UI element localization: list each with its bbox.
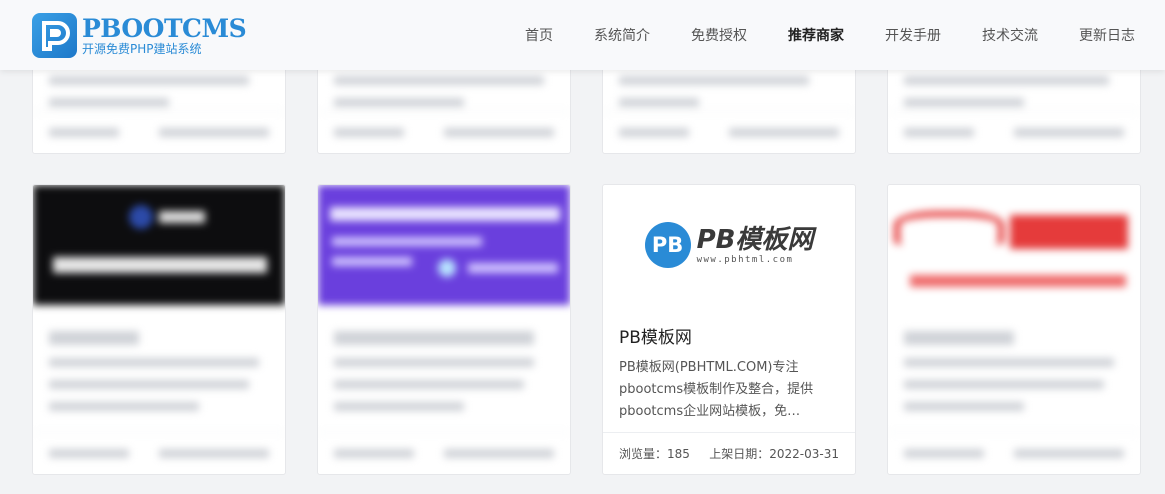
card-image	[318, 185, 570, 305]
card-footer	[888, 111, 1140, 153]
main-nav: 首页 系统简介 免费授权 推荐商家 开发手册 技术交流 更新日志	[484, 0, 1135, 70]
nav-license[interactable]: 免费授权	[691, 25, 747, 45]
logo-name: PBOOTCMS	[82, 13, 247, 43]
view-count: 浏览量：185	[619, 447, 690, 461]
card-footer	[33, 432, 285, 474]
pbootcms-logo-icon	[32, 13, 77, 58]
merchant-card[interactable]	[887, 184, 1141, 475]
listing-date: 上架日期：2022-03-31	[709, 447, 839, 461]
merchant-card[interactable]	[317, 184, 571, 475]
merchant-card[interactable]	[32, 184, 286, 475]
nav-changelog[interactable]: 更新日志	[1079, 25, 1135, 45]
nav-recommended[interactable]: 推荐商家	[788, 25, 844, 45]
card-footer	[33, 111, 285, 153]
card-image	[33, 185, 285, 305]
card-footer	[318, 111, 570, 153]
card-footer	[318, 432, 570, 474]
card-footer	[888, 432, 1140, 474]
site-header: PBOOTCMS 开源免费PHP建站系统 首页 系统简介 免费授权 推荐商家 开…	[0, 0, 1165, 70]
logo-subtitle: 开源免费PHP建站系统	[82, 41, 202, 56]
pb-logo-title: PB模板网	[696, 224, 814, 255]
nav-community[interactable]: 技术交流	[982, 25, 1038, 45]
featured-merchant-card[interactable]: PB PB模板网 www.pbhtml.com PB模板网 PB模板网(PBHT…	[602, 184, 856, 475]
nav-about[interactable]: 系统简介	[594, 25, 650, 45]
pb-logo-url: www.pbhtml.com	[696, 254, 794, 265]
card-footer	[603, 111, 855, 153]
card-image	[888, 185, 1140, 305]
card-title[interactable]: PB模板网	[619, 327, 839, 349]
card-footer: 浏览量：185 上架日期：2022-03-31	[603, 432, 855, 474]
pb-logo-icon: PB	[644, 222, 691, 268]
nav-docs[interactable]: 开发手册	[885, 25, 941, 45]
site-logo[interactable]: PBOOTCMS 开源免费PHP建站系统	[32, 13, 247, 58]
card-description: PB模板网(PBHTML.COM)专注pbootcms模板制作及整合，提供pbo…	[619, 360, 814, 419]
nav-home[interactable]: 首页	[525, 25, 553, 45]
card-image: PB PB模板网 www.pbhtml.com	[603, 185, 855, 305]
